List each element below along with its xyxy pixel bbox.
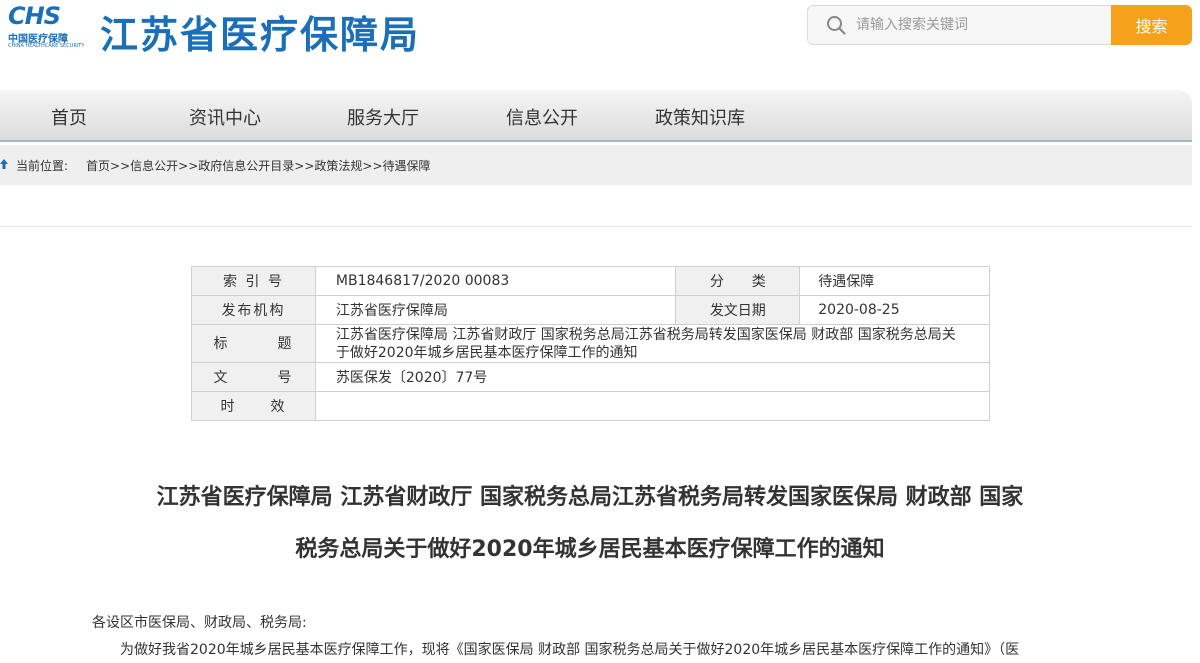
nav-item-home[interactable]: 首页	[51, 104, 87, 130]
nav-item-info-disclosure[interactable]: 信息公开	[506, 104, 578, 130]
breadcrumb-separator: >>	[362, 159, 383, 173]
title-label-a: 标	[213, 335, 230, 352]
validity-value	[314, 391, 991, 421]
logo-mark: CHS	[8, 2, 61, 30]
article-title: 江苏省医疗保障局 江苏省财政厅 国家税务总局江苏省税务局转发国家医保局 财政部 …	[90, 472, 1090, 576]
date-label: 发文日期	[675, 295, 801, 325]
breadcrumb-item-benefits[interactable]: 待遇保障	[383, 159, 431, 173]
publisher-value: 江苏省医疗保障局	[314, 295, 677, 325]
title-label-b: 题	[277, 335, 294, 352]
category-label: 分类	[675, 266, 801, 296]
publisher-label: 发布机构	[191, 295, 316, 325]
breadcrumb-item-regulations[interactable]: 政策法规	[314, 159, 362, 173]
index-value: MB1846817/2020 00083	[314, 266, 677, 296]
validity-label-a: 时	[220, 399, 237, 415]
search-icon	[827, 16, 846, 35]
document-meta-table: 索 引 号 MB1846817/2020 00083 分类 待遇保障 发布机构 …	[191, 266, 991, 421]
nav-item-news[interactable]: 资讯中心	[189, 104, 261, 130]
search-input[interactable]	[856, 6, 1106, 44]
article-title-line-2: 税务总局关于做好2020年城乡居民基本医疗保障工作的通知	[295, 537, 885, 562]
title-label: 标题	[191, 324, 316, 363]
search-button[interactable]: 搜索	[1111, 5, 1192, 45]
category-value: 待遇保障	[799, 266, 990, 296]
site-title[interactable]: 江苏省医疗保障局	[100, 4, 420, 59]
breadcrumb: 当前位置: 首页>>信息公开>>政府信息公开目录>>政策法规>>待遇保障	[0, 145, 1192, 185]
date-value: 2020-08-25	[799, 295, 990, 325]
search-box	[807, 5, 1111, 45]
logo-en-text: CHINA HEALTHCARE SECURITY	[8, 43, 85, 49]
breadcrumb-item-catalog[interactable]: 政府信息公开目录	[198, 159, 294, 173]
validity-label-b: 效	[270, 399, 287, 415]
article-body: 各设区市医保局、财政局、税务局: 为做好我省2020年城乡居民基本医疗保障工作，…	[92, 610, 1192, 663]
chs-logo[interactable]: CHS 中国医疗保障 CHINA HEALTHCARE SECURITY	[8, 2, 86, 49]
category-label-text: 分类	[709, 274, 794, 290]
breadcrumb-separator: >>	[178, 159, 199, 173]
breadcrumb-trail: 首页>>信息公开>>政府信息公开目录>>政策法规>>待遇保障	[86, 157, 431, 174]
nav-item-policy-library[interactable]: 政策知识库	[655, 104, 745, 130]
article-title-line-1: 江苏省医疗保障局 江苏省财政厅 国家税务总局江苏省税务局转发国家医保局 财政部 …	[156, 485, 1024, 510]
article-salutation: 各设区市医保局、财政局、税务局:	[92, 615, 307, 631]
content-divider	[0, 226, 1192, 227]
breadcrumb-item-home[interactable]: 首页	[86, 159, 110, 173]
site-header: CHS 中国医疗保障 CHINA HEALTHCARE SECURITY 江苏省…	[0, 0, 1200, 90]
main-nav: 首页 资讯中心 服务大厅 信息公开 政策知识库	[0, 90, 1192, 142]
article-paragraph: 为做好我省2020年城乡居民基本医疗保障工作，现将《国家医保局 财政部 国家税务…	[120, 642, 1020, 658]
validity-label: 时效	[191, 391, 316, 421]
breadcrumb-separator: >>	[110, 159, 131, 173]
title-value: 江苏省医疗保障局 江苏省财政厅 国家税务总局江苏省税务局转发国家医保局 财政部 …	[314, 324, 991, 363]
nav-item-services[interactable]: 服务大厅	[347, 104, 419, 130]
breadcrumb-label: 当前位置:	[16, 159, 69, 173]
docno-label-a: 文	[213, 370, 230, 386]
breadcrumb-item-info-disclosure[interactable]: 信息公开	[130, 159, 178, 173]
docno-value: 苏医保发〔2020〕77号	[314, 362, 991, 392]
breadcrumb-separator: >>	[294, 159, 315, 173]
index-label: 索 引 号	[191, 266, 316, 296]
docno-label: 文号	[191, 362, 316, 392]
docno-label-b: 号	[277, 370, 294, 386]
location-icon	[0, 159, 8, 169]
